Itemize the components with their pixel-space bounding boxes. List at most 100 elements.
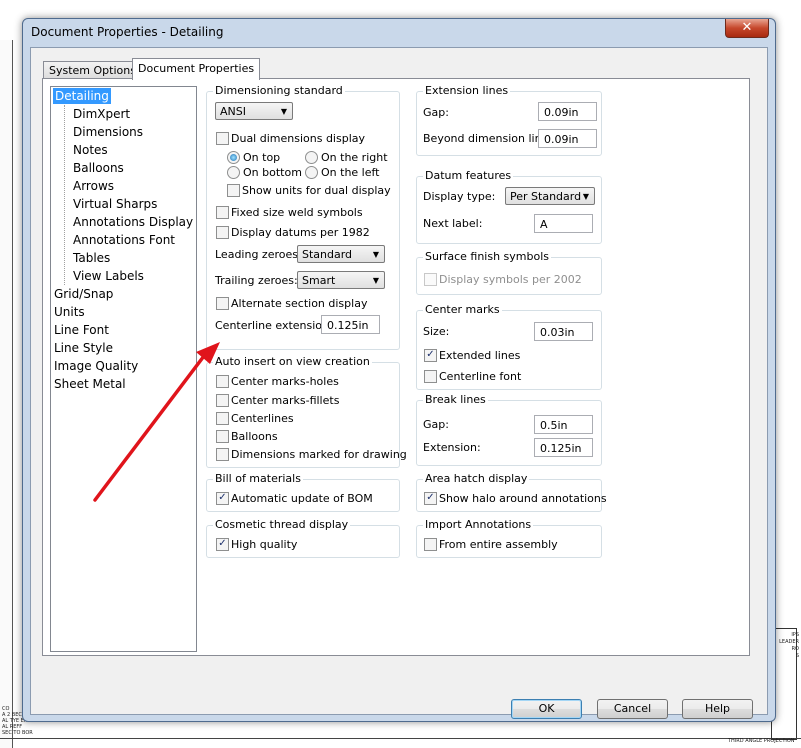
- tree-item-dimensions[interactable]: Dimensions: [73, 124, 143, 140]
- group-title: Break lines: [423, 393, 488, 406]
- group-title: Auto insert on view creation: [213, 355, 372, 368]
- center-marks-fillets-checkbox[interactable]: [216, 394, 229, 407]
- tab-document-properties[interactable]: Document Properties: [132, 58, 261, 80]
- tree-item-line-font[interactable]: Line Font: [54, 322, 109, 338]
- tree-item-notes[interactable]: Notes: [73, 142, 108, 158]
- tree-item-virtual-sharps[interactable]: Virtual Sharps: [73, 196, 157, 212]
- show-units-label: Show units for dual display: [242, 184, 391, 197]
- break-lines-group: Break lines Gap: 0.5in Extension: 0.125i…: [416, 393, 602, 466]
- center-marks-fillets-label: Center marks-fillets: [231, 394, 340, 407]
- datum-display-value: Per Standard: [510, 190, 582, 203]
- symbols-2002-label: Display symbols per 2002: [439, 273, 582, 286]
- tree-item-sheet-metal[interactable]: Sheet Metal: [54, 376, 126, 392]
- balloons-label: Balloons: [231, 430, 278, 443]
- group-title: Import Annotations: [423, 518, 534, 531]
- center-marks-size-input[interactable]: 0.03in: [534, 322, 593, 341]
- extension-gap-input[interactable]: 0.09in: [538, 102, 597, 121]
- trailing-zeroes-label: Trailing zeroes:: [215, 274, 298, 287]
- center-marks-holes-label: Center marks-holes: [231, 375, 339, 388]
- extended-lines-checkbox[interactable]: ✓: [424, 349, 437, 362]
- tree-item-arrows[interactable]: Arrows: [73, 178, 114, 194]
- dimensions-marked-checkbox[interactable]: [216, 448, 229, 461]
- tree-item-annotations-display[interactable]: Annotations Display: [73, 214, 193, 230]
- group-title: Center marks: [423, 303, 502, 316]
- break-extension-input[interactable]: 0.125in: [534, 438, 593, 457]
- tree-item-tables[interactable]: Tables: [73, 250, 110, 266]
- title-bar[interactable]: Document Properties - Detailing ✕: [23, 19, 775, 47]
- on-right-radio[interactable]: [305, 151, 318, 164]
- trailing-zeroes-select[interactable]: Smart ▼: [297, 271, 385, 289]
- cancel-button[interactable]: Cancel: [597, 699, 668, 719]
- close-button[interactable]: ✕: [725, 19, 769, 38]
- tab-system-options[interactable]: System Options: [43, 61, 142, 79]
- balloons-checkbox[interactable]: [216, 430, 229, 443]
- chevron-down-icon: ▼: [372, 250, 379, 259]
- next-label-input[interactable]: A: [534, 214, 593, 233]
- show-halo-checkbox[interactable]: ✓: [424, 492, 437, 505]
- leading-zeroes-select[interactable]: Standard ▼: [297, 245, 385, 263]
- leading-zeroes-label: Leading zeroes:: [215, 248, 302, 261]
- on-right-label: On the right: [321, 151, 388, 164]
- datums-1982-checkbox[interactable]: [216, 226, 229, 239]
- beyond-dimension-input[interactable]: 0.09in: [538, 129, 597, 148]
- break-gap-input[interactable]: 0.5in: [534, 415, 593, 434]
- tree-item-view-labels[interactable]: View Labels: [73, 268, 144, 284]
- datums-1982-label: Display datums per 1982: [231, 226, 370, 239]
- tree-item-grid-snap[interactable]: Grid/Snap: [54, 286, 113, 302]
- entire-assembly-label: From entire assembly: [439, 538, 558, 551]
- group-title: Bill of materials: [213, 472, 303, 485]
- group-title: Surface finish symbols: [423, 250, 552, 263]
- on-bottom-radio[interactable]: [227, 166, 240, 179]
- alternate-section-checkbox[interactable]: [216, 297, 229, 310]
- close-icon: ✕: [741, 20, 753, 35]
- auto-update-bom-checkbox[interactable]: ✓: [216, 492, 229, 505]
- fixed-weld-label: Fixed size weld symbols: [231, 206, 363, 219]
- group-title: Area hatch display: [423, 472, 530, 485]
- tree-item-dimxpert[interactable]: DimXpert: [73, 106, 130, 122]
- on-top-radio[interactable]: [227, 151, 240, 164]
- on-left-label: On the left: [321, 166, 380, 179]
- tree-item-units[interactable]: Units: [54, 304, 85, 320]
- tree-item-line-style[interactable]: Line Style: [54, 340, 113, 356]
- centerline-extension-input[interactable]: 0.125in: [321, 315, 380, 334]
- center-marks-holes-checkbox[interactable]: [216, 375, 229, 388]
- datum-display-select[interactable]: Per Standard ▼: [505, 187, 595, 205]
- high-quality-label: High quality: [231, 538, 298, 551]
- next-label-label: Next label:: [423, 217, 483, 230]
- on-top-label: On top: [243, 151, 281, 164]
- group-title: Dimensioning standard: [213, 84, 345, 97]
- tree-connector: [64, 105, 65, 285]
- group-title: Extension lines: [423, 84, 511, 97]
- break-extension-label: Extension:: [423, 441, 481, 454]
- tree-item-balloons[interactable]: Balloons: [73, 160, 124, 176]
- beyond-dimension-label: Beyond dimension line:: [423, 132, 553, 145]
- extension-lines-group: Extension lines Gap: 0.09in Beyond dimen…: [416, 84, 602, 156]
- drawing-border-bottom: [0, 738, 801, 739]
- import-annotations-group: Import Annotations From entire assembly: [416, 518, 602, 558]
- tree-item-annotations-font[interactable]: Annotations Font: [73, 232, 175, 248]
- title-block-right-text: IPS LEADER RO S: [779, 632, 799, 659]
- alternate-section-label: Alternate section display: [231, 297, 368, 310]
- extended-lines-label: Extended lines: [439, 349, 521, 362]
- options-tree: Detailing DimXpert Dimensions Notes Ball…: [50, 86, 197, 652]
- tree-item-image-quality[interactable]: Image Quality: [54, 358, 138, 374]
- ok-button[interactable]: OK: [511, 699, 582, 719]
- help-button[interactable]: Help: [682, 699, 753, 719]
- dual-dimensions-checkbox[interactable]: [216, 132, 229, 145]
- centerline-font-label: Centerline font: [439, 370, 522, 383]
- symbols-2002-checkbox[interactable]: [424, 273, 437, 286]
- high-quality-checkbox[interactable]: ✓: [216, 538, 229, 551]
- fixed-weld-checkbox[interactable]: [216, 206, 229, 219]
- centerlines-checkbox[interactable]: [216, 412, 229, 425]
- extension-gap-label: Gap:: [423, 106, 449, 119]
- show-units-checkbox[interactable]: [227, 184, 240, 197]
- cosmetic-thread-group: Cosmetic thread display ✓ High quality: [206, 518, 400, 558]
- entire-assembly-checkbox[interactable]: [424, 538, 437, 551]
- bill-of-materials-group: Bill of materials ✓ Automatic update of …: [206, 472, 400, 512]
- standard-select[interactable]: ANSI ▼: [215, 102, 293, 120]
- projection-label: THIRD ANGLE PROJECTION: [728, 738, 795, 744]
- on-left-radio[interactable]: [305, 166, 318, 179]
- centerline-font-checkbox[interactable]: [424, 370, 437, 383]
- datum-features-group: Datum features Display type: Per Standar…: [416, 169, 602, 244]
- tree-item-detailing[interactable]: Detailing: [53, 88, 111, 104]
